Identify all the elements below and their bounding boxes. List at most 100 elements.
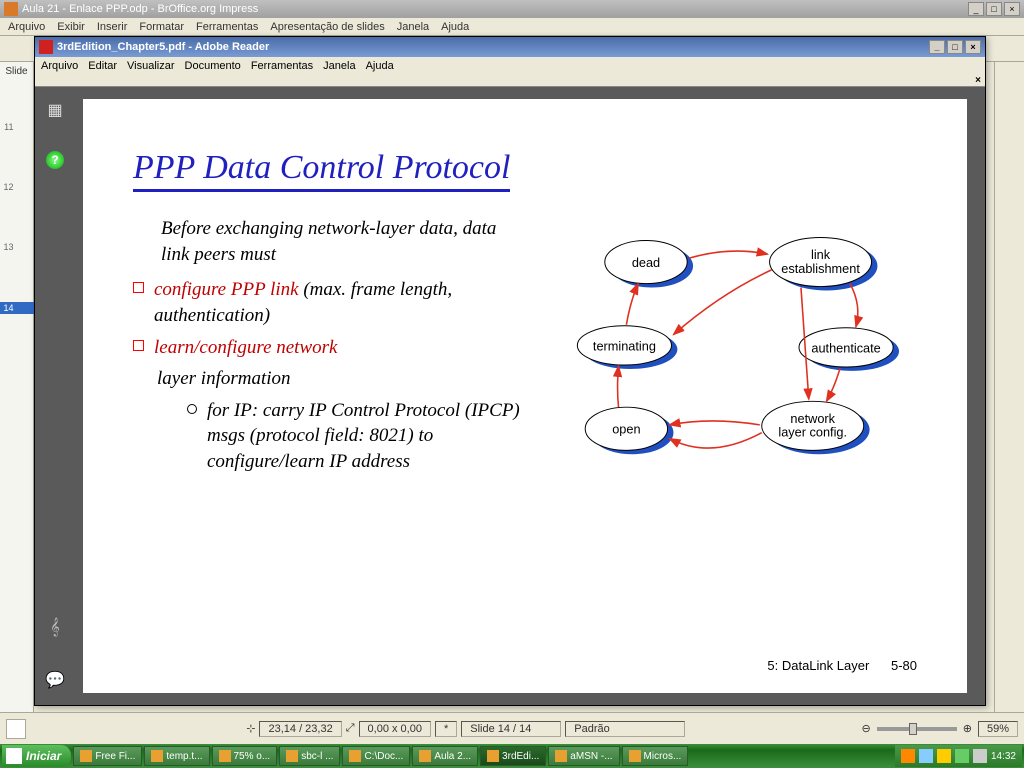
toolbar-button[interactable]: [28, 719, 48, 739]
taskbar-item[interactable]: Aula 2...: [412, 746, 478, 766]
adobe-doc-close-button[interactable]: ×: [975, 75, 981, 86]
node-open: open: [613, 422, 641, 437]
size-glyph: ⤢: [346, 722, 355, 735]
comments-icon[interactable]: 💬: [44, 669, 66, 691]
taskbar-item[interactable]: 75% o...: [212, 746, 278, 766]
square-bullet-icon: [133, 282, 144, 293]
taskbar-item[interactable]: Micros...: [622, 746, 689, 766]
node-link-2: establishment: [782, 261, 861, 276]
sub-bullet: for IP: carry IP Control Protocol (IPCP)…: [187, 398, 524, 475]
menu-arquivo[interactable]: Arquivo: [8, 21, 45, 33]
adobe-title-text: 3rdEdition_Chapter5.pdf - Adobe Reader: [57, 41, 269, 53]
pointer-tool[interactable]: [6, 719, 26, 739]
app-icon: [487, 750, 499, 762]
adobe-menubar: Arquivo Editar Visualizar Documento Ferr…: [35, 57, 985, 75]
slide-title: PPP Data Control Protocol: [133, 149, 510, 192]
node-auth: authenticate: [812, 340, 881, 355]
menu-inserir[interactable]: Inserir: [97, 21, 128, 33]
zoom-out-icon[interactable]: ⊖: [862, 722, 871, 735]
bullet-2-red: learn/configure network: [154, 335, 337, 361]
app-icon: [555, 750, 567, 762]
node-link-1: link: [811, 247, 831, 262]
impress-menubar: Arquivo Exibir Inserir Formatar Ferramen…: [0, 18, 1024, 36]
system-tray[interactable]: 14:32: [895, 745, 1022, 767]
tray-icon[interactable]: [901, 749, 915, 763]
slide-footer: 5: DataLink Layer 5-80: [767, 658, 917, 673]
adobe-doc-close-row: ×: [35, 75, 985, 87]
app-icon: [151, 750, 163, 762]
tray-icon[interactable]: [955, 749, 969, 763]
start-button[interactable]: Iniciar: [2, 745, 71, 767]
pages-panel-icon[interactable]: ▦: [44, 99, 66, 121]
zoom-control[interactable]: ⊖ ⊕ 59%: [862, 721, 1018, 737]
slide-thumb[interactable]: 11: [0, 122, 34, 132]
adobe-minimize-button[interactable]: _: [929, 40, 945, 54]
slide-thumb-selected[interactable]: 14: [0, 302, 34, 314]
taskbar-item[interactable]: Free Fi...: [73, 746, 142, 766]
taskbar-item-active[interactable]: 3rdEdi...: [480, 746, 546, 766]
menu-janela[interactable]: Janela: [397, 21, 429, 33]
node-term: terminating: [593, 338, 656, 353]
toolbar-button[interactable]: [4, 39, 24, 59]
adobe-titlebar[interactable]: 3rdEdition_Chapter5.pdf - Adobe Reader _…: [35, 37, 985, 57]
app-icon: [286, 750, 298, 762]
state-diagram: dead link establishment authenticate net…: [544, 216, 917, 516]
minimize-button[interactable]: _: [968, 2, 984, 16]
adobe-close-button[interactable]: ×: [965, 40, 981, 54]
adobe-menu-editar[interactable]: Editar: [88, 60, 117, 72]
menu-formatar[interactable]: Formatar: [139, 21, 184, 33]
adobe-menu-arquivo[interactable]: Arquivo: [41, 60, 78, 72]
taskbar-item[interactable]: aMSN -...: [548, 746, 619, 766]
slide-thumb[interactable]: 12: [0, 182, 34, 192]
adobe-menu-documento[interactable]: Documento: [185, 60, 241, 72]
adobe-menu-ferramentas[interactable]: Ferramentas: [251, 60, 313, 72]
taskbar-item[interactable]: C:\Doc...: [342, 746, 410, 766]
status-style: Padrão: [565, 721, 685, 737]
toolbar-button[interactable]: [50, 719, 70, 739]
tray-icon[interactable]: [937, 749, 951, 763]
slide-thumb[interactable]: 13: [0, 242, 34, 252]
pdf-page: PPP Data Control Protocol Before exchang…: [83, 99, 967, 693]
bullet-2: learn/configure network: [133, 335, 524, 361]
help-icon[interactable]: ?: [46, 151, 64, 169]
start-label: Iniciar: [26, 749, 61, 763]
tray-volume-icon[interactable]: [973, 749, 987, 763]
adobe-menu-ajuda[interactable]: Ajuda: [366, 60, 394, 72]
status-size: 0,00 x 0,00: [359, 721, 431, 737]
impress-title-text: Aula 21 - Enlace PPP.odp - BrOffice.org …: [22, 3, 258, 15]
menu-exibir[interactable]: Exibir: [57, 21, 85, 33]
adobe-menu-visualizar[interactable]: Visualizar: [127, 60, 175, 72]
tray-icon[interactable]: [919, 749, 933, 763]
adobe-menu-janela[interactable]: Janela: [323, 60, 355, 72]
square-bullet-icon: [133, 340, 144, 351]
adobe-restore-button[interactable]: □: [947, 40, 963, 54]
attachments-icon[interactable]: 𝄞: [44, 617, 66, 639]
node-net-1: network: [791, 411, 836, 426]
circle-bullet-icon: [187, 404, 197, 414]
impress-app-icon: [4, 2, 18, 16]
adobe-app-icon: [39, 40, 53, 54]
app-icon: [419, 750, 431, 762]
zoom-slider[interactable]: [877, 727, 957, 731]
app-icon: [219, 750, 231, 762]
node-net-2: layer config.: [779, 425, 848, 440]
restore-button[interactable]: □: [986, 2, 1002, 16]
windows-flag-icon: [6, 748, 22, 764]
slide-panel: Slide 11 12 13 14: [0, 62, 34, 728]
close-button[interactable]: ×: [1004, 2, 1020, 16]
menu-ferramentas[interactable]: Ferramentas: [196, 21, 258, 33]
adobe-reader-window: 3rdEdition_Chapter5.pdf - Adobe Reader _…: [34, 36, 986, 706]
footer-page: 5-80: [891, 658, 917, 673]
slide-panel-header: Slide: [5, 66, 27, 82]
taskbar-item[interactable]: sbc-l ...: [279, 746, 340, 766]
intro-text: Before exchanging network-layer data, da…: [133, 216, 524, 267]
tasks-panel: [994, 62, 1024, 728]
node-dead: dead: [632, 255, 660, 270]
taskbar-item[interactable]: temp.t...: [144, 746, 209, 766]
tray-clock[interactable]: 14:32: [991, 751, 1016, 762]
menu-apresentacao[interactable]: Apresentação de slides: [270, 21, 384, 33]
menu-ajuda[interactable]: Ajuda: [441, 21, 469, 33]
zoom-in-icon[interactable]: ⊕: [963, 722, 972, 735]
bullet-1: configure PPP link (max. frame length, a…: [133, 277, 524, 328]
app-icon: [629, 750, 641, 762]
